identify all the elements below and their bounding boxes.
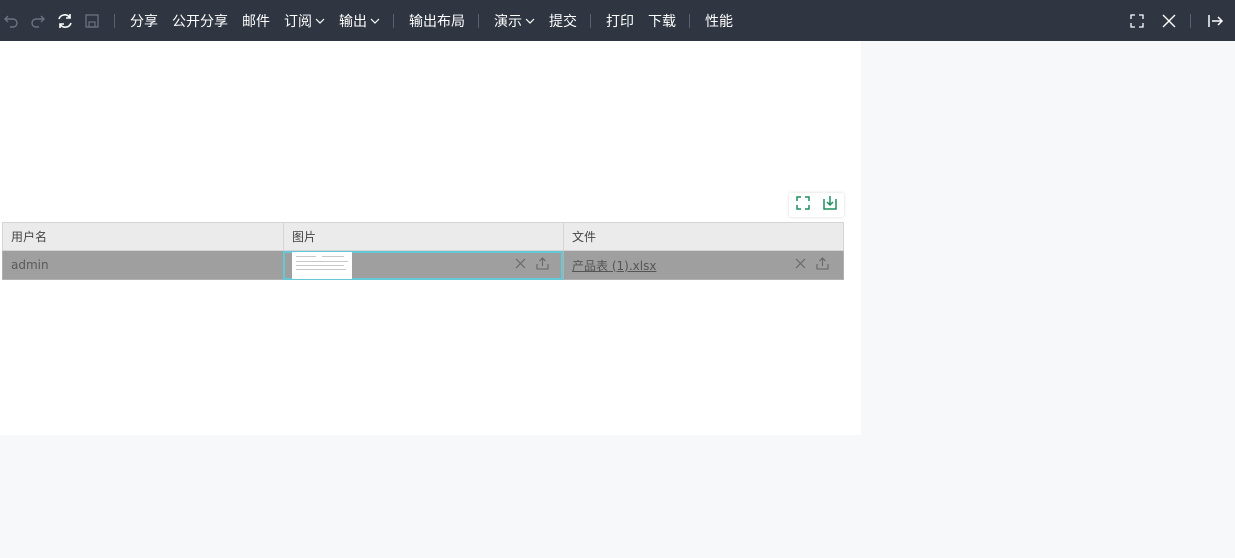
file-link[interactable]: 产品表 (1).xlsx xyxy=(572,257,656,274)
upload-icon[interactable] xyxy=(816,257,829,273)
exit-icon[interactable] xyxy=(1205,10,1227,32)
download-button[interactable]: 下载 xyxy=(648,11,676,31)
top-toolbar: 分享 公开分享 邮件 订阅 输出 输出布局 演示 提交 打印 下载 性能 xyxy=(0,0,1235,41)
refresh-icon[interactable] xyxy=(54,10,76,32)
save-icon[interactable] xyxy=(81,10,103,32)
subscribe-dropdown[interactable]: 订阅 xyxy=(284,11,325,31)
cell-actions xyxy=(795,251,829,279)
data-table: 用户名 图片 文件 admin 产品表 (1).xlsx xyxy=(2,222,844,280)
fullscreen-icon[interactable] xyxy=(1126,10,1148,32)
column-header: 用户名 xyxy=(2,222,283,251)
report-canvas: 用户名 图片 文件 admin 产品表 (1).xlsx xyxy=(0,41,861,435)
share-button[interactable]: 分享 xyxy=(130,11,158,31)
toolbar-divider xyxy=(1190,13,1191,28)
toolbar-right-actions xyxy=(1116,0,1227,41)
export-icon[interactable] xyxy=(822,195,838,215)
email-button[interactable]: 邮件 xyxy=(242,11,270,31)
chevron-down-icon xyxy=(525,16,535,26)
close-icon[interactable] xyxy=(1158,10,1180,32)
username-value: admin xyxy=(11,258,49,272)
submit-button[interactable]: 提交 xyxy=(549,11,577,31)
file-cell[interactable]: 产品表 (1).xlsx xyxy=(563,251,844,280)
print-button[interactable]: 打印 xyxy=(606,11,634,31)
chevron-down-icon xyxy=(315,16,325,26)
redo-icon[interactable] xyxy=(27,10,49,32)
table-row: admin 产品表 (1).xlsx xyxy=(2,251,844,280)
table-header: 用户名 图片 文件 xyxy=(2,222,844,251)
toolbar-divider xyxy=(590,13,591,28)
undo-icon[interactable] xyxy=(0,10,22,32)
toolbar-divider xyxy=(114,13,115,28)
public-share-button[interactable]: 公开分享 xyxy=(172,11,228,31)
image-cell[interactable] xyxy=(283,251,563,280)
column-header: 图片 xyxy=(283,222,563,251)
output-dropdown[interactable]: 输出 xyxy=(339,11,380,31)
output-layout-button[interactable]: 输出布局 xyxy=(409,11,465,31)
toolbar-divider xyxy=(689,13,690,28)
present-dropdown[interactable]: 演示 xyxy=(494,11,535,31)
clear-icon[interactable] xyxy=(795,258,806,272)
chevron-down-icon xyxy=(370,16,380,26)
fullscreen-icon[interactable] xyxy=(795,195,811,215)
image-thumbnail[interactable] xyxy=(292,252,352,279)
column-header: 文件 xyxy=(563,222,844,251)
username-cell[interactable]: admin xyxy=(2,251,283,280)
performance-button[interactable]: 性能 xyxy=(705,11,733,31)
upload-icon[interactable] xyxy=(536,257,549,273)
cell-actions xyxy=(515,251,549,279)
clear-icon[interactable] xyxy=(515,258,526,272)
toolbar-divider xyxy=(393,13,394,28)
widget-toolbar xyxy=(789,193,844,217)
toolbar-divider xyxy=(478,13,479,28)
